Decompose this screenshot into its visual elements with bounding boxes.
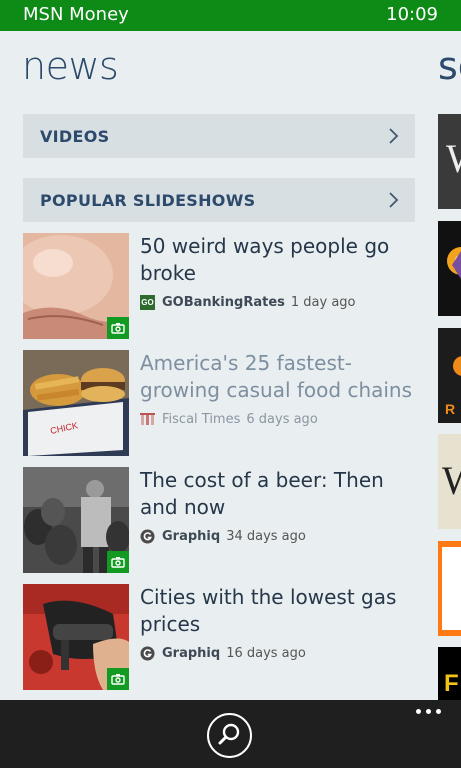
article-age: 34 days ago xyxy=(226,529,306,544)
clock: 10:09 xyxy=(386,4,438,25)
next-pivot-title[interactable]: sc xyxy=(438,44,461,88)
next-pivot-tile[interactable]: F xyxy=(438,647,461,700)
svg-text:W: W xyxy=(446,136,461,181)
popular-slideshows-label: POPULAR SLIDESHOWS xyxy=(40,190,256,210)
app-bar xyxy=(0,700,461,768)
article-meta: GO GOBankingRates 1 day ago xyxy=(140,295,356,310)
article-age: 6 days ago xyxy=(246,412,318,427)
next-pivot-tile[interactable]: R xyxy=(438,328,461,423)
svg-text:R: R xyxy=(445,401,455,417)
article-meta: Graphiq 16 days ago xyxy=(140,646,306,661)
next-pivot-tile[interactable] xyxy=(438,221,461,316)
article-source: GOBankingRates xyxy=(162,295,285,310)
article-source: Graphiq xyxy=(162,646,221,661)
graphiq-logo-icon xyxy=(140,646,155,661)
article-age: 1 day ago xyxy=(290,295,356,310)
fiscal-times-logo-icon xyxy=(140,412,155,427)
status-bar: MSN Money 10:09 xyxy=(0,0,461,31)
next-pivot-tile[interactable] xyxy=(438,541,461,636)
search-button[interactable] xyxy=(207,713,252,758)
article-thumbnail: CHICK xyxy=(23,350,129,456)
article-thumbnail xyxy=(23,467,129,573)
graphiq-logo-icon xyxy=(140,529,155,544)
article-source: Graphiq xyxy=(162,529,221,544)
page-title: news xyxy=(22,44,119,88)
svg-text:F: F xyxy=(444,670,459,697)
camera-icon xyxy=(107,317,129,339)
article-item[interactable]: CHICK America's 25 fastest-growing casua… xyxy=(23,350,415,456)
article-meta: Graphiq 34 days ago xyxy=(140,529,306,544)
article-item[interactable]: Cities with the lowest gas prices Graphi… xyxy=(23,584,415,690)
app-name: MSN Money xyxy=(23,4,129,25)
more-icon[interactable] xyxy=(416,709,441,714)
article-thumbnail xyxy=(23,233,129,339)
popular-slideshows-button[interactable]: POPULAR SLIDESHOWS xyxy=(23,178,415,222)
next-pivot-tile[interactable]: W xyxy=(438,434,461,529)
gobankingrates-logo-icon: GO xyxy=(140,295,155,310)
article-headline: America's 25 fastest-growing casual food… xyxy=(140,351,413,402)
article-age: 16 days ago xyxy=(226,646,306,661)
article-headline: 50 weird ways people go broke xyxy=(140,234,390,285)
article-thumbnail xyxy=(23,584,129,690)
camera-icon xyxy=(107,668,129,690)
article-headline: Cities with the lowest gas prices xyxy=(140,585,397,636)
article-source: Fiscal Times xyxy=(162,412,241,427)
chevron-right-icon xyxy=(389,128,399,144)
article-meta: Fiscal Times 6 days ago xyxy=(140,412,318,427)
article-headline: The cost of a beer: Then and now xyxy=(140,468,384,519)
camera-icon xyxy=(107,551,129,573)
videos-button[interactable]: VIDEOS xyxy=(23,114,415,158)
article-item[interactable]: 50 weird ways people go broke GO GOBanki… xyxy=(23,233,415,339)
search-icon xyxy=(218,723,240,745)
svg-text:W: W xyxy=(442,458,461,503)
chevron-right-icon xyxy=(389,192,399,208)
videos-label: VIDEOS xyxy=(40,126,110,146)
article-item[interactable]: The cost of a beer: Then and now Graphiq… xyxy=(23,467,415,573)
next-pivot-tile[interactable]: W xyxy=(438,114,461,209)
